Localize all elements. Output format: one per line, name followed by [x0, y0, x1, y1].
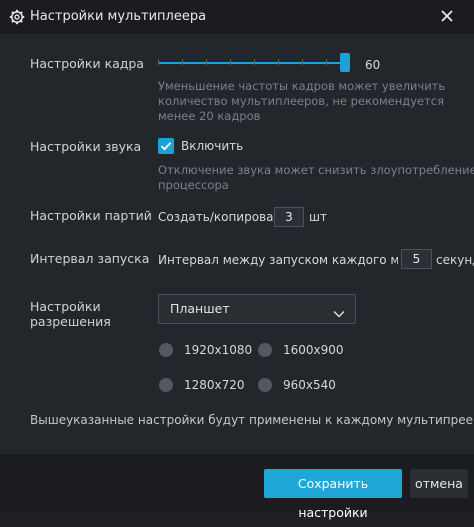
cancel-button[interactable]: отмена — [410, 469, 468, 498]
batch-count-input[interactable]: 3 — [274, 207, 304, 227]
sound-hint-line: Отключение звука может снизить злоупотре… — [158, 163, 474, 177]
frame-rate-label: Настройки кадра — [30, 56, 145, 71]
resolution-option-label[interactable]: 960x540 — [283, 378, 336, 392]
save-settings-button[interactable]: Сохранить настройки — [264, 469, 402, 520]
slider-tick — [278, 59, 279, 65]
resolution-radio-1920x1080[interactable] — [159, 343, 173, 357]
gear-icon — [9, 9, 25, 25]
resolution-option-label[interactable]: 1920x1080 — [184, 343, 252, 357]
slider-tick — [254, 59, 255, 65]
frame-rate-value: 60 — [365, 58, 381, 72]
launch-interval-prefix: Интервал между запуском каждого мульт — [158, 253, 398, 267]
window-title: Настройки мультиплеера — [30, 9, 207, 24]
resolution-radio-960x540[interactable] — [258, 378, 272, 392]
resolution-preset-value: Планшет — [170, 301, 230, 316]
resolution-label-line: Настройки — [30, 299, 101, 314]
slider-fill — [158, 62, 340, 64]
title-bar: Настройки мультиплеера — [0, 0, 474, 34]
resolution-radio-1600x900[interactable] — [258, 343, 272, 357]
slider-tick — [326, 59, 327, 65]
resolution-option-label[interactable]: 1600x900 — [283, 343, 344, 357]
resolution-label-line: разрешения — [30, 314, 111, 329]
resolution-radio-1280x720[interactable] — [159, 378, 173, 392]
footer-bar — [0, 454, 474, 513]
slider-tick — [302, 59, 303, 65]
slider-tick — [230, 59, 231, 65]
slider-thumb[interactable] — [340, 53, 350, 72]
resolution-preset-select[interactable]: Планшет — [158, 294, 356, 324]
launch-interval-input[interactable]: 5 — [401, 249, 432, 269]
frame-rate-slider[interactable] — [158, 53, 350, 72]
frame-rate-hint-line: количество мультиплееров, не рекомендует… — [158, 94, 445, 108]
close-icon[interactable] — [437, 6, 457, 26]
batch-prefix: Создать/копировать — [158, 210, 288, 224]
sound-label: Настройки звука — [30, 139, 142, 154]
sound-hint-line: процессора — [158, 178, 229, 192]
chevron-down-icon — [333, 304, 345, 318]
frame-rate-hint-line: менее 20 кадров — [158, 109, 261, 123]
slider-tick — [158, 59, 159, 65]
launch-interval-suffix: секунд — [436, 253, 474, 267]
check-icon — [160, 142, 172, 151]
sound-enable-label[interactable]: Включить — [181, 139, 243, 153]
slider-tick — [206, 59, 207, 65]
sound-enable-checkbox[interactable] — [158, 138, 174, 154]
slider-tick — [182, 59, 183, 65]
batch-label: Настройки партий — [30, 208, 152, 223]
resolution-option-label[interactable]: 1280x720 — [184, 378, 245, 392]
frame-rate-hint-line: Уменьшение частоты кадров может увеличит… — [158, 79, 446, 93]
batch-suffix: шт — [309, 210, 327, 224]
launch-interval-label: Интервал запуска — [30, 251, 150, 266]
footer-note: Вышеуказанные настройки будут применены … — [30, 413, 474, 427]
